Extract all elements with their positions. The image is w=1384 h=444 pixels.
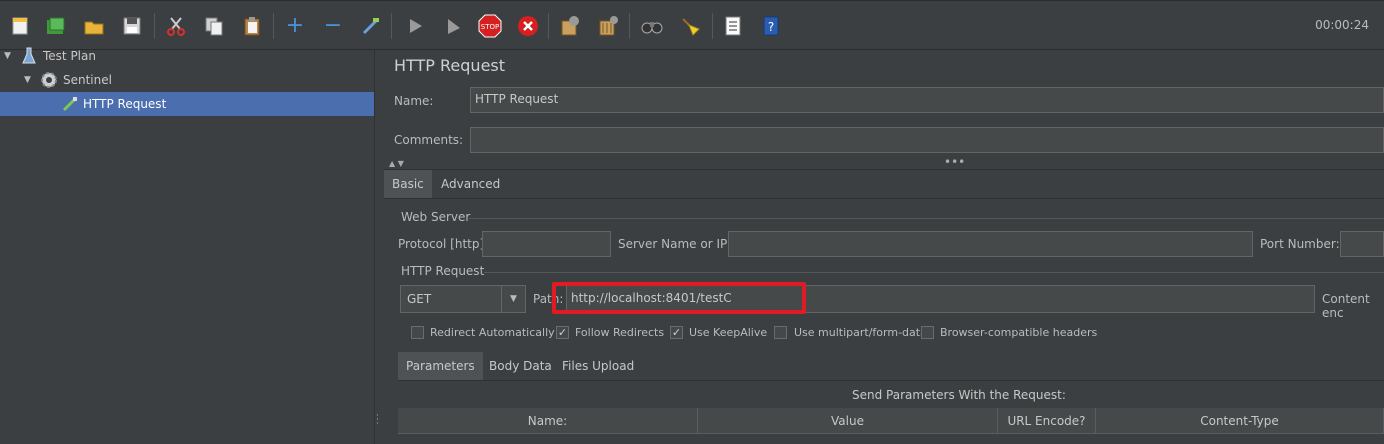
test-plan-tree: ▼ Test Plan ▼ Sentinel HTTP Request: [0, 47, 374, 444]
table-caption: Send Parameters With the Request:: [852, 388, 1066, 402]
toolbar: + − STOP ? 00:00:24: [0, 0, 1384, 50]
http-request-legend: HTTP Request: [401, 264, 485, 278]
svg-text:STOP: STOP: [481, 23, 499, 31]
tab-files-upload[interactable]: Files Upload: [554, 352, 642, 381]
split-handle-icon[interactable]: · · ·: [376, 412, 379, 429]
save-icon[interactable]: [118, 12, 146, 40]
group-border: [469, 218, 1384, 219]
protocol-label: Protocol [http]:: [398, 237, 489, 251]
follow-redirects-label: Follow Redirects: [575, 326, 665, 339]
protocol-field[interactable]: [482, 231, 611, 257]
tree-item-http-request[interactable]: HTTP Request: [0, 92, 374, 116]
collapse-arrows-icon[interactable]: ▲ ▼: [389, 159, 404, 168]
new-icon[interactable]: [6, 12, 34, 40]
tab-advanced[interactable]: Advanced: [433, 170, 508, 198]
shutdown-icon[interactable]: [514, 12, 542, 40]
use-multipart-checkbox[interactable]: [774, 326, 787, 339]
panel-title: HTTP Request: [394, 56, 506, 75]
name-label: Name:: [394, 94, 434, 108]
column-header-value[interactable]: Value: [698, 408, 998, 434]
gear-icon: [40, 71, 58, 89]
port-number-field[interactable]: [1340, 231, 1384, 257]
use-keepalive-label: Use KeepAlive: [689, 326, 768, 339]
start-icon[interactable]: [401, 12, 429, 40]
chevron-down-icon[interactable]: ▼: [501, 286, 525, 312]
tab-parameters[interactable]: Parameters: [398, 352, 483, 381]
open-icon[interactable]: [80, 12, 108, 40]
redirect-automatically-label: Redirect Automatically: [430, 326, 555, 339]
redirect-automatically-checkbox[interactable]: [411, 326, 424, 339]
server-name-field[interactable]: [728, 231, 1253, 257]
stop-icon[interactable]: STOP: [476, 12, 504, 40]
server-name-label: Server Name or IP:: [618, 237, 732, 251]
use-keepalive-checkbox[interactable]: ✓: [670, 326, 683, 339]
group-border: [484, 272, 1384, 273]
split-pane-divider[interactable]: [374, 50, 382, 444]
clear-icon[interactable]: [556, 12, 584, 40]
test-plan-icon: [20, 47, 38, 65]
expand-arrow-icon[interactable]: ▼: [4, 51, 11, 61]
tree-item-sentinel[interactable]: ▼ Sentinel: [0, 68, 374, 92]
column-header-name[interactable]: Name:: [398, 408, 698, 434]
web-server-legend: Web Server: [401, 210, 471, 224]
paste-icon[interactable]: [238, 12, 266, 40]
tree-item-label: HTTP Request: [83, 97, 167, 111]
collapse-bar[interactable]: ▲ ▼ •••: [384, 155, 1384, 170]
method-value: GET: [407, 292, 432, 306]
clear-all-icon[interactable]: [594, 12, 622, 40]
main-tabs: Basic Advanced: [384, 170, 1384, 199]
browser-compatible-headers-checkbox[interactable]: [921, 326, 934, 339]
pipette-icon: [61, 95, 79, 113]
name-field[interactable]: HTTP Request: [470, 87, 1384, 113]
toggle-icon[interactable]: [357, 12, 385, 40]
elapsed-timer: 00:00:24: [1315, 18, 1369, 32]
column-header-content-type[interactable]: Content-Type: [1096, 408, 1384, 434]
function-helper-icon[interactable]: [719, 12, 747, 40]
reset-search-icon[interactable]: [676, 12, 704, 40]
port-number-label: Port Number:: [1260, 237, 1340, 251]
comments-label: Comments:: [394, 133, 464, 147]
tree-item-test-plan[interactable]: ▼ Test Plan: [0, 44, 374, 68]
help-icon[interactable]: ?: [757, 12, 785, 40]
jmeter-window: + − STOP ? 00:00:24 ▼ Test Plan ▼ Sentin…: [0, 0, 1384, 444]
start-no-pauses-icon[interactable]: [439, 12, 467, 40]
svg-text:?: ?: [768, 20, 774, 34]
method-select[interactable]: GET ▼: [400, 285, 526, 313]
tree-item-label: Sentinel: [63, 73, 112, 87]
red-annotation-box: [552, 282, 806, 314]
tab-basic[interactable]: Basic: [384, 170, 432, 198]
tree-item-label: Test Plan: [43, 49, 96, 63]
content-encoding-label: Content enc: [1322, 292, 1370, 320]
follow-redirects-checkbox[interactable]: ✓: [556, 326, 569, 339]
tab-divider: [398, 380, 1384, 381]
use-multipart-label: Use multipart/form-data: [794, 326, 927, 339]
column-header-url-encode[interactable]: URL Encode?: [998, 408, 1096, 434]
http-request-panel: HTTP Request Name: HTTP Request Comments…: [384, 50, 1384, 444]
expand-arrow-icon[interactable]: ▼: [24, 75, 31, 85]
search-icon[interactable]: [638, 12, 666, 40]
browser-compatible-headers-label: Browser-compatible headers: [940, 326, 1098, 339]
templates-icon[interactable]: [42, 12, 70, 40]
drag-handle-icon[interactable]: •••: [944, 155, 965, 169]
expand-icon[interactable]: +: [281, 12, 309, 40]
collapse-icon[interactable]: −: [319, 12, 347, 40]
tab-body-data[interactable]: Body Data: [481, 352, 560, 381]
cut-icon[interactable]: [162, 12, 190, 40]
comments-field[interactable]: [470, 127, 1384, 153]
copy-icon[interactable]: [200, 12, 228, 40]
